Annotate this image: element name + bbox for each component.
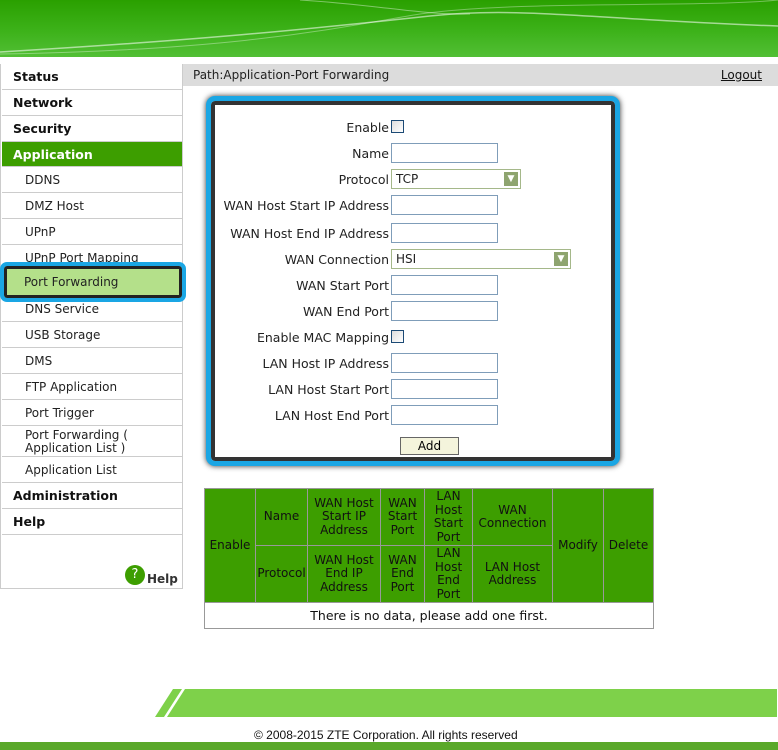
logout-link[interactable]: Logout (721, 68, 762, 82)
wan-connection-select[interactable]: HSI ▼ (391, 249, 571, 269)
col-wan-end-port: WAN End Port (380, 545, 425, 603)
wan-host-end-ip-label: WAN Host End IP Address (230, 226, 389, 241)
col-lan-host-address: LAN Host Address (472, 545, 553, 603)
col-lan-host-start-port: LAN Host Start Port (424, 488, 473, 546)
sidebar-item-port-trigger[interactable]: Port Trigger (2, 400, 182, 426)
col-protocol: Protocol (255, 545, 308, 603)
protocol-select[interactable]: TCP ▼ (391, 169, 521, 189)
lan-host-end-port-input[interactable] (391, 405, 498, 425)
col-name: Name (255, 488, 308, 546)
path-text: Path:Application-Port Forwarding (193, 68, 390, 82)
footer-stripe (155, 689, 777, 717)
add-button[interactable]: Add (400, 437, 459, 455)
col-enable: Enable (204, 488, 256, 603)
col-lan-host-end-port: LAN Host End Port (424, 545, 473, 603)
sidebar-item-port-forwarding[interactable]: Port Forwarding (0, 262, 186, 302)
sidebar-item-label: Port Forwarding (24, 275, 119, 289)
sidebar-item-dms[interactable]: DMS (2, 348, 182, 374)
wan-host-start-ip-input[interactable] (391, 195, 498, 215)
col-delete: Delete (603, 488, 654, 603)
enable-label: Enable (346, 120, 389, 135)
lan-host-end-port-label: LAN Host End Port (274, 408, 389, 423)
enable-mac-checkbox[interactable] (391, 330, 404, 343)
name-label: Name (352, 146, 389, 161)
name-input[interactable] (391, 143, 498, 163)
sidebar-item-application-list[interactable]: Application List (2, 457, 182, 483)
enable-mac-label: Enable MAC Mapping (256, 330, 389, 345)
wan-start-port-label: WAN Start Port (296, 278, 389, 293)
chevron-down-icon: ▼ (554, 252, 568, 266)
help-link[interactable]: Help (147, 572, 178, 586)
sidebar-item-upnp[interactable]: UPnP (2, 219, 182, 245)
sidebar-item-ddns[interactable]: DDNS (2, 167, 182, 193)
header-banner (0, 0, 778, 57)
lan-host-ip-input[interactable] (391, 353, 498, 373)
wan-host-end-ip-input[interactable] (391, 223, 498, 243)
copyright: © 2008-2015 ZTE Corporation. All rights … (254, 728, 518, 742)
sidebar-item-dmz-host[interactable]: DMZ Host (2, 193, 182, 219)
col-modify: Modify (552, 488, 604, 603)
col-wan-host-end: WAN Host End IP Address (307, 545, 381, 603)
protocol-value: TCP (396, 172, 419, 186)
lan-host-start-port-input[interactable] (391, 379, 498, 399)
sidebar-item-network[interactable]: Network (2, 90, 182, 116)
wan-start-port-input[interactable] (391, 275, 498, 295)
wan-end-port-label: WAN End Port (302, 304, 389, 319)
question-circle-icon[interactable]: ? (125, 565, 145, 585)
lan-host-ip-label: LAN Host IP Address (262, 356, 389, 371)
lan-host-start-port-label: LAN Host Start Port (268, 382, 389, 397)
chevron-down-icon: ▼ (504, 172, 518, 186)
enable-checkbox[interactable] (391, 120, 404, 133)
sidebar-item-administration[interactable]: Administration (2, 483, 182, 509)
sidebar-item-usb-storage[interactable]: USB Storage (2, 322, 182, 348)
footer-bar (0, 742, 778, 750)
col-wan-start-port: WAN Start Port (380, 488, 425, 546)
empty-message: There is no data, please add one first. (204, 602, 654, 629)
protocol-label: Protocol (338, 172, 389, 187)
col-wan-host-start: WAN Host Start IP Address (307, 488, 381, 546)
wan-connection-value: HSI (396, 252, 417, 266)
sidebar-item-help[interactable]: Help (2, 509, 182, 535)
port-forwarding-form: Enable Name Protocol TCP ▼ WAN Host Start … (206, 96, 620, 466)
sidebar-item-application[interactable]: Application (2, 142, 182, 167)
sidebar-item-ftp-application[interactable]: FTP Application (2, 374, 182, 400)
sidebar: Status Network Security Application DDNS… (0, 64, 183, 589)
wan-host-start-ip-label: WAN Host Start IP Address (223, 198, 389, 213)
port-forwarding-table: Enable Name WAN Host Start IP Address WA… (204, 488, 654, 629)
breadcrumb: Path:Application-Port Forwarding Logout (183, 64, 778, 86)
col-wan-connection: WAN Connection (472, 488, 553, 546)
sidebar-item-status[interactable]: Status (2, 64, 182, 90)
sidebar-item-security[interactable]: Security (2, 116, 182, 142)
wan-end-port-input[interactable] (391, 301, 498, 321)
sidebar-item-port-forwarding-app-list[interactable]: Port Forwarding ( Application List ) (2, 426, 152, 457)
wan-connection-label: WAN Connection (284, 252, 389, 267)
